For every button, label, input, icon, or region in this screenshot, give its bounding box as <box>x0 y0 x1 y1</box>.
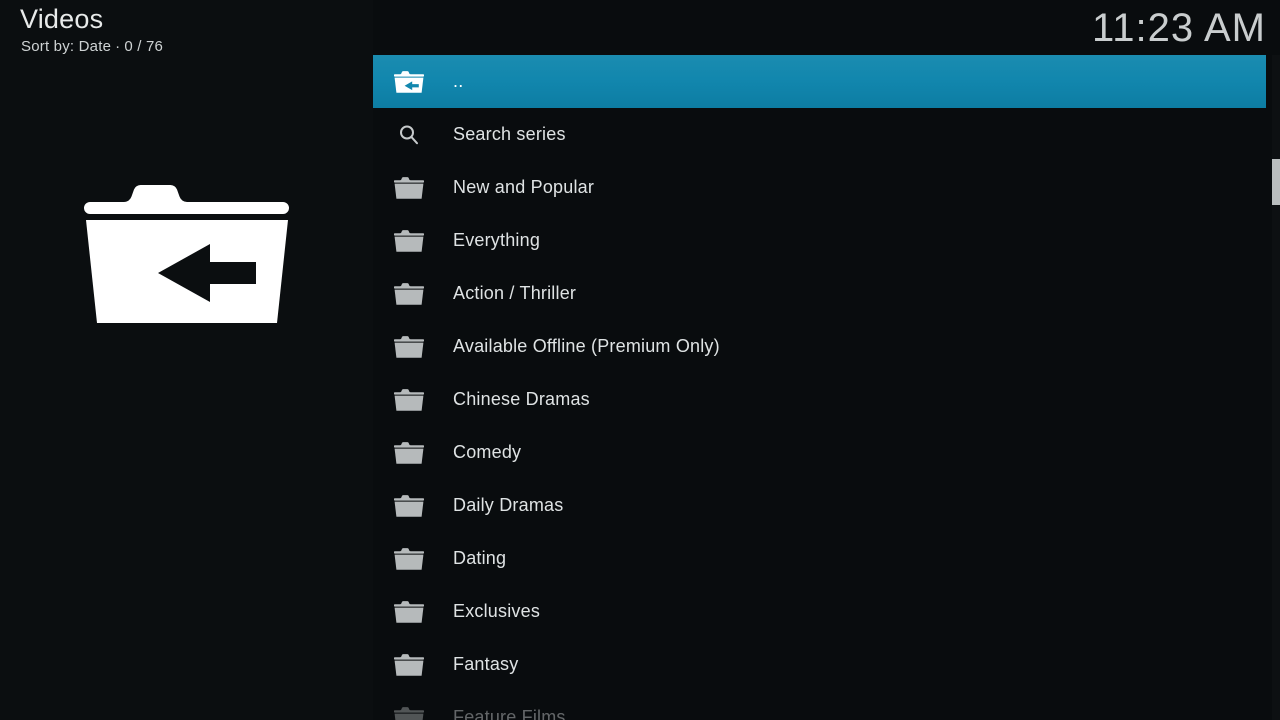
item-count: 0 / 76 <box>124 38 164 55</box>
folder-icon <box>392 383 426 417</box>
folder-icon <box>392 648 426 682</box>
separator-dot: · <box>115 38 121 55</box>
list-item[interactable]: Fantasy <box>373 638 1280 691</box>
list-item[interactable]: Comedy <box>373 426 1280 479</box>
list-item-label: Everything <box>453 230 541 250</box>
folder-icon <box>392 330 426 364</box>
list-item-label: Action / Thriller <box>453 283 577 303</box>
list-item-label: Available Offline (Premium Only) <box>453 336 720 356</box>
folder-icon <box>392 542 426 576</box>
parent-folder-icon <box>82 180 292 330</box>
list-item[interactable]: New and Popular <box>373 161 1280 214</box>
list-item-label: Search series <box>453 124 566 144</box>
list-item-label: New and Popular <box>453 177 595 197</box>
list-item-label: Feature Films <box>453 707 566 720</box>
list-item-label: Exclusives <box>453 601 541 621</box>
sort-label: Sort by: Date <box>21 38 112 55</box>
folder-icon <box>392 489 426 523</box>
folder-icon <box>392 224 426 258</box>
preview-icon-wrap <box>0 160 373 350</box>
search-icon <box>392 118 426 152</box>
file-list: .. Search series New and Popular Everything… <box>373 55 1280 720</box>
folder-icon <box>392 171 426 205</box>
file-list-panel: .. Search series New and Popular Everything… <box>373 0 1280 720</box>
folder-icon <box>392 277 426 311</box>
kodi-videos-screen: Videos Sort by: Date·0 / 76 11:23 AM 66°… <box>0 0 1280 720</box>
list-item-label: .. <box>453 71 464 91</box>
list-scrollbar[interactable] <box>1272 55 1280 720</box>
list-item-label: Fantasy <box>453 654 519 674</box>
list-item[interactable]: Search series <box>373 108 1280 161</box>
page-title: Videos <box>20 4 104 34</box>
list-item[interactable]: Exclusives <box>373 585 1280 638</box>
list-item-label: Daily Dramas <box>453 495 564 515</box>
sort-and-count-line: Sort by: Date · 0 / 76 <box>21 38 163 55</box>
parent-folder-icon <box>392 65 426 99</box>
folder-icon <box>392 436 426 470</box>
list-item[interactable]: Everything <box>373 214 1280 267</box>
list-item[interactable]: Dating <box>373 532 1280 585</box>
folder-icon <box>392 701 426 720</box>
list-item[interactable]: Action / Thriller <box>373 267 1280 320</box>
list-item[interactable]: Daily Dramas <box>373 479 1280 532</box>
list-item[interactable]: .. <box>373 55 1266 108</box>
list-item[interactable]: Available Offline (Premium Only) <box>373 320 1280 373</box>
list-item-label: Chinese Dramas <box>453 389 590 409</box>
scrollbar-thumb[interactable] <box>1272 159 1280 205</box>
list-item[interactable]: Feature Films <box>373 691 1280 720</box>
folder-icon <box>392 595 426 629</box>
list-item-label: Dating <box>453 548 507 568</box>
list-item[interactable]: Chinese Dramas <box>373 373 1280 426</box>
info-panel: Videos Sort by: Date · 0 / 76 <box>0 0 373 720</box>
list-item-label: Comedy <box>453 442 522 462</box>
